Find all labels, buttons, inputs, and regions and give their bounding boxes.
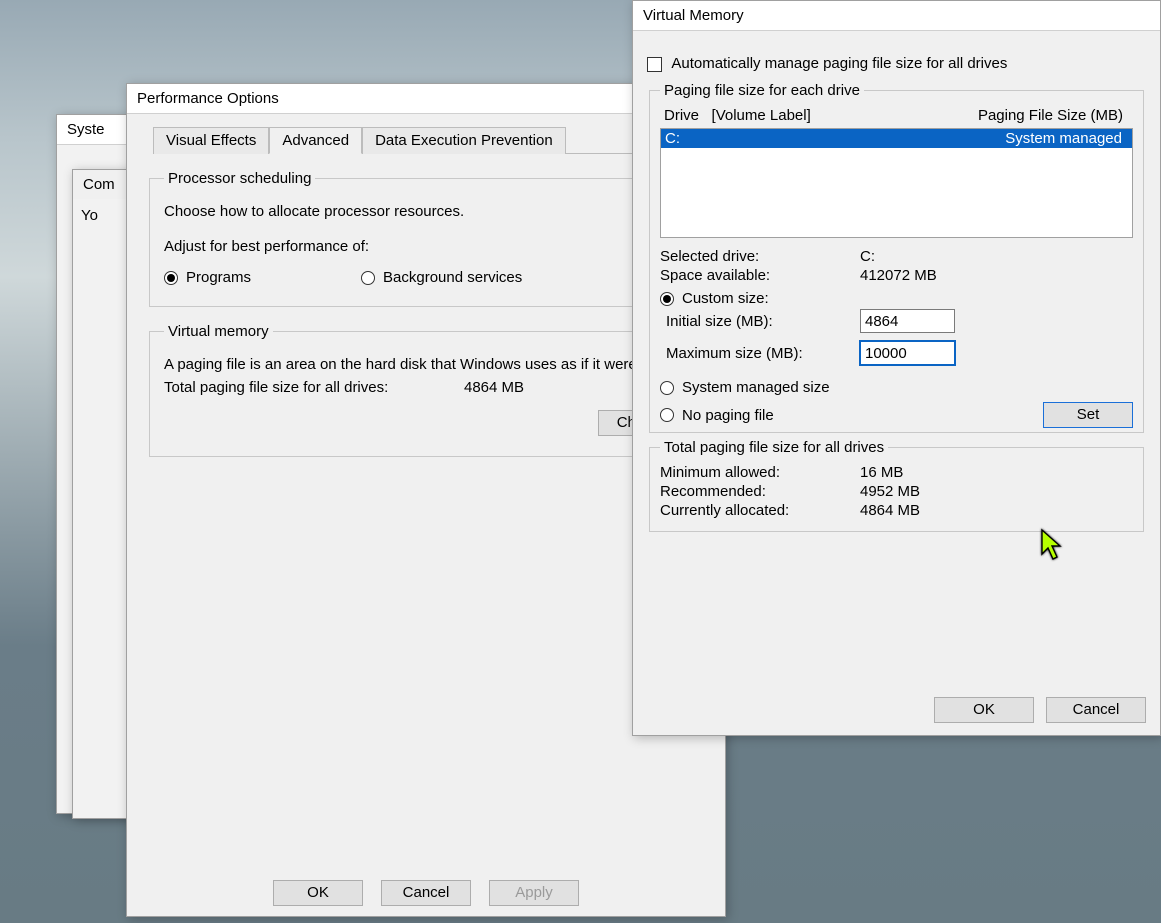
tab-visual-effects[interactable]: Visual Effects — [153, 127, 269, 154]
max-size-label: Maximum size (MB): — [660, 345, 860, 362]
radio-dot-icon — [660, 292, 674, 306]
drive-list-headers: Drive [Volume Label] Paging File Size (M… — [660, 105, 1133, 126]
radio-background-label: Background services — [383, 269, 522, 286]
system-properties-title: Syste — [57, 115, 135, 145]
radio-custom-label: Custom size: — [682, 290, 769, 307]
auto-manage-label: Automatically manage paging file size fo… — [671, 55, 1007, 72]
min-allowed-label: Minimum allowed: — [660, 464, 860, 481]
total-paging-value: 4864 MB — [464, 379, 524, 396]
virtual-memory-group: Virtual memory A paging file is an area … — [149, 323, 703, 457]
space-available-value: 412072 MB — [860, 267, 980, 284]
radio-background-services[interactable]: Background services — [361, 269, 522, 286]
total-paging-label: Total paging file size for all drives: — [164, 379, 464, 396]
recommended-label: Recommended: — [660, 483, 860, 500]
each-drive-legend: Paging file size for each drive — [660, 82, 864, 99]
radio-empty-icon — [361, 271, 375, 285]
virtual-memory-desc: A paging file is an area on the hard dis… — [164, 356, 688, 373]
virtual-memory-title: Virtual Memory — [633, 1, 1160, 31]
currently-allocated-label: Currently allocated: — [660, 502, 860, 519]
tab-dep[interactable]: Data Execution Prevention — [362, 127, 566, 154]
processor-scheduling-group: Processor scheduling Choose how to alloc… — [149, 170, 703, 307]
initial-size-label: Initial size (MB): — [660, 313, 860, 330]
virtual-memory-footer: OK Cancel — [934, 697, 1146, 723]
drive-row-c[interactable]: C: System managed — [661, 129, 1132, 148]
header-drive: Drive — [664, 107, 699, 124]
currently-allocated-value: 4864 MB — [860, 502, 980, 519]
processor-scheduling-intro: Choose how to allocate processor resourc… — [164, 203, 688, 220]
perf-cancel-button[interactable]: Cancel — [381, 880, 471, 906]
selected-drive-label: Selected drive: — [660, 248, 860, 265]
drive-list[interactable]: C: System managed — [660, 128, 1133, 238]
min-allowed-value: 16 MB — [860, 464, 980, 481]
adjust-label: Adjust for best performance of: — [164, 238, 688, 255]
set-button[interactable]: Set — [1043, 402, 1133, 428]
processor-scheduling-legend: Processor scheduling — [164, 170, 315, 187]
max-size-input[interactable] — [860, 341, 955, 365]
radio-programs[interactable]: Programs — [164, 269, 251, 286]
virtual-memory-legend: Virtual memory — [164, 323, 273, 340]
drive-row-c-name: C: — [665, 130, 920, 147]
space-available-label: Space available: — [660, 267, 860, 284]
header-paging-size: Paging File Size (MB) — [920, 107, 1129, 124]
auto-manage-checkbox-row[interactable]: Automatically manage paging file size fo… — [647, 55, 1146, 72]
radio-none-label: No paging file — [682, 407, 774, 424]
radio-dot-icon — [164, 271, 178, 285]
radio-empty-icon — [660, 408, 674, 422]
checkbox-empty-icon — [647, 57, 662, 72]
totals-group: Total paging file size for all drives Mi… — [649, 439, 1144, 532]
radio-system-managed[interactable]: System managed size — [660, 379, 1133, 396]
tab-advanced[interactable]: Advanced — [269, 127, 362, 154]
header-volume: [Volume Label] — [712, 107, 811, 124]
vm-ok-button[interactable]: OK — [934, 697, 1034, 723]
selected-drive-value: C: — [860, 248, 980, 265]
radio-no-paging[interactable]: No paging file — [660, 407, 1043, 424]
radio-programs-label: Programs — [186, 269, 251, 286]
virtual-memory-window: Virtual Memory Automatically manage pagi… — [632, 0, 1161, 736]
recommended-value: 4952 MB — [860, 483, 980, 500]
perf-apply-button[interactable]: Apply — [489, 880, 579, 906]
initial-size-input[interactable] — [860, 309, 955, 333]
paging-each-drive-group: Paging file size for each drive Drive [V… — [649, 82, 1144, 433]
perf-ok-button[interactable]: OK — [273, 880, 363, 906]
radio-empty-icon — [660, 381, 674, 395]
performance-options-tabs: Visual Effects Advanced Data Execution P… — [153, 126, 713, 154]
totals-legend: Total paging file size for all drives — [660, 439, 888, 456]
drive-row-c-size: System managed — [920, 130, 1128, 147]
radio-system-label: System managed size — [682, 379, 830, 396]
performance-options-footer: OK Cancel Apply — [127, 880, 725, 906]
vm-cancel-button[interactable]: Cancel — [1046, 697, 1146, 723]
radio-custom-size[interactable]: Custom size: — [660, 290, 1133, 307]
